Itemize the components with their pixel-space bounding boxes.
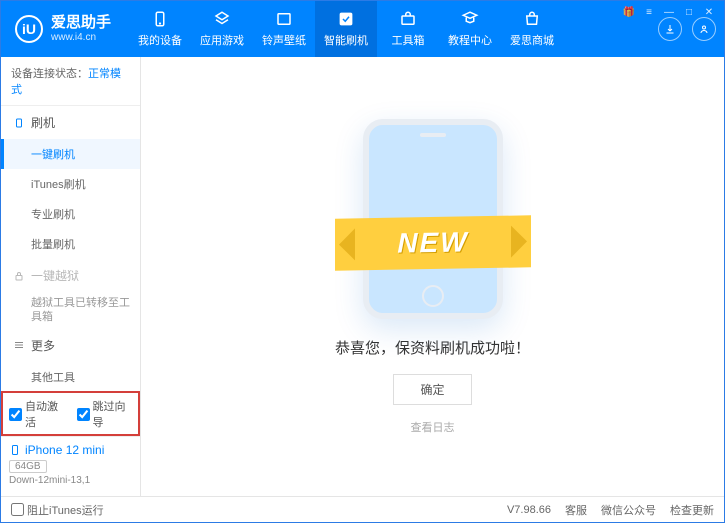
- download-button[interactable]: [658, 17, 682, 41]
- success-message: 恭喜您，保资料刷机成功啦！: [335, 337, 530, 358]
- version-text: V7.98.66: [507, 504, 551, 516]
- skip-guide-checkbox[interactable]: 跳过向导: [77, 398, 133, 430]
- minimize-icon[interactable]: —: [662, 5, 676, 19]
- wallpaper-icon: [275, 10, 293, 28]
- section-more[interactable]: 更多: [1, 329, 140, 362]
- auto-activate-input[interactable]: [9, 408, 22, 421]
- phone-icon: [151, 10, 169, 28]
- nav-label: 应用游戏: [200, 32, 244, 48]
- section-title: 刷机: [31, 114, 55, 131]
- nav-smart-flash[interactable]: 智能刷机: [315, 1, 377, 57]
- lock-icon: [13, 270, 25, 282]
- nav-ringtones[interactable]: 铃声壁纸: [253, 1, 315, 57]
- wechat-link[interactable]: 微信公众号: [601, 502, 656, 518]
- check-update-link[interactable]: 检查更新: [670, 502, 714, 518]
- titlebar: iU 爱思助手 www.i4.cn 我的设备 应用游戏 铃声壁纸 智能刷机 工具…: [1, 1, 724, 57]
- device-capacity: 64GB: [9, 460, 47, 473]
- nav-label: 铃声壁纸: [262, 32, 306, 48]
- device-name: iPhone 12 mini: [9, 443, 132, 457]
- gift-icon[interactable]: 🎁: [622, 5, 636, 19]
- skip-guide-input[interactable]: [77, 408, 90, 421]
- nav-label: 智能刷机: [324, 32, 368, 48]
- close-icon[interactable]: ✕: [702, 5, 716, 19]
- more-icon: [13, 339, 25, 351]
- store-icon: [523, 10, 541, 28]
- section-title: 一键越狱: [31, 267, 79, 284]
- checkbox-label: 跳过向导: [93, 398, 133, 430]
- nav-label: 工具箱: [392, 32, 425, 48]
- top-nav: 我的设备 应用游戏 铃声壁纸 智能刷机 工具箱 教程中心 爱思商城: [129, 1, 563, 57]
- main-content: NEW 恭喜您，保资料刷机成功啦！ 确定 查看日志: [141, 57, 724, 496]
- brand-title: 爱思助手: [51, 15, 111, 32]
- connection-status: 设备连接状态：正常模式: [1, 57, 140, 106]
- nav-tutorials[interactable]: 教程中心: [439, 1, 501, 57]
- user-icon: [698, 23, 710, 35]
- view-log-link[interactable]: 查看日志: [411, 419, 455, 435]
- section-flash[interactable]: 刷机: [1, 106, 140, 139]
- phone-illustration: NEW: [363, 119, 503, 319]
- brand: iU 爱思助手 www.i4.cn: [15, 15, 111, 43]
- nav-my-device[interactable]: 我的设备: [129, 1, 191, 57]
- device-info[interactable]: iPhone 12 mini 64GB Down-12mini-13,1: [1, 436, 140, 496]
- section-jailbreak: 一键越狱: [1, 259, 140, 292]
- checkbox-label: 阻止iTunes运行: [27, 502, 104, 518]
- auto-activate-checkbox[interactable]: 自动激活: [9, 398, 65, 430]
- ribbon-text: NEW: [397, 226, 468, 259]
- nav-toolbox[interactable]: 工具箱: [377, 1, 439, 57]
- device-sub: Down-12mini-13,1: [9, 475, 132, 486]
- device-name-text: iPhone 12 mini: [25, 443, 104, 457]
- nav-label: 爱思商城: [510, 32, 554, 48]
- status-bar: 阻止iTunes运行 V7.98.66 客服 微信公众号 检查更新: [1, 496, 724, 522]
- sidebar-item-oneclick-flash[interactable]: 一键刷机: [1, 139, 140, 169]
- nav-label: 教程中心: [448, 32, 492, 48]
- menu-icon[interactable]: ≡: [642, 5, 656, 19]
- jailbreak-note: 越狱工具已转移至工具箱: [1, 292, 140, 329]
- sidebar: 设备连接状态：正常模式 刷机 一键刷机 iTunes刷机 专业刷机 批量刷机 一…: [1, 57, 141, 496]
- checkbox-zone: 自动激活 跳过向导: [1, 391, 140, 436]
- flash-icon: [337, 10, 355, 28]
- phone-small-icon: [13, 117, 25, 129]
- sidebar-item-itunes-flash[interactable]: iTunes刷机: [1, 169, 140, 199]
- tutorial-icon: [461, 10, 479, 28]
- device-icon: [9, 444, 21, 456]
- confirm-button[interactable]: 确定: [393, 374, 471, 405]
- toolbox-icon: [399, 10, 417, 28]
- block-itunes-checkbox[interactable]: 阻止iTunes运行: [11, 502, 104, 518]
- download-icon: [664, 23, 676, 35]
- section-title: 更多: [31, 337, 55, 354]
- maximize-icon[interactable]: □: [682, 5, 696, 19]
- checkbox-label: 自动激活: [25, 398, 65, 430]
- customer-service-link[interactable]: 客服: [565, 502, 587, 518]
- brand-subtitle: www.i4.cn: [51, 32, 111, 43]
- apps-icon: [213, 10, 231, 28]
- brand-logo-icon: iU: [15, 15, 43, 43]
- nav-label: 我的设备: [138, 32, 182, 48]
- user-button[interactable]: [692, 17, 716, 41]
- block-itunes-input[interactable]: [11, 503, 24, 516]
- sidebar-item-pro-flash[interactable]: 专业刷机: [1, 199, 140, 229]
- status-label: 设备连接状态：: [11, 68, 88, 80]
- nav-store[interactable]: 爱思商城: [501, 1, 563, 57]
- nav-apps-games[interactable]: 应用游戏: [191, 1, 253, 57]
- sidebar-item-other-tools[interactable]: 其他工具: [1, 362, 140, 391]
- sidebar-item-batch-flash[interactable]: 批量刷机: [1, 229, 140, 259]
